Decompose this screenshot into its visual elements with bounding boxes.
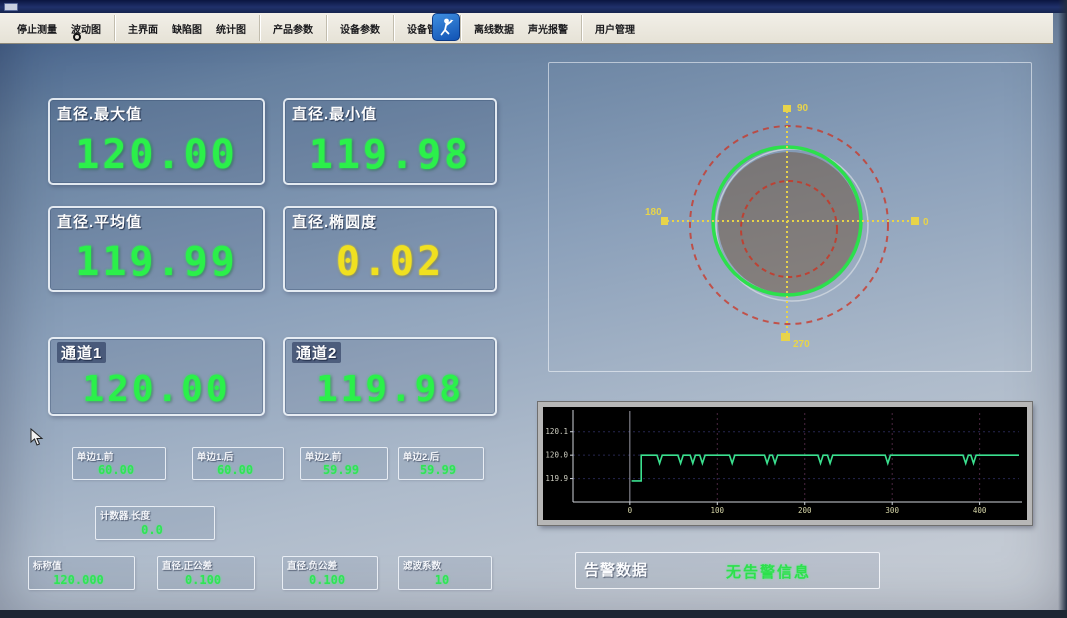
svg-text:300: 300 xyxy=(885,506,899,515)
plus-tolerance-box: 直径.正公差 0.100 xyxy=(157,556,255,590)
window-app-icon xyxy=(4,3,18,11)
svg-text:120.1: 120.1 xyxy=(545,427,568,436)
screen-edge-right xyxy=(1058,0,1067,618)
channel1-box: 通道1 120.00 xyxy=(48,337,265,416)
measurement-app-window: 停止测量 波动图 主界面 缺陷图 统计图 产品参数 设备参数 设备管理 离线数据… xyxy=(0,0,1067,618)
fluctuation-chart-button[interactable]: 波动图 xyxy=(64,18,108,39)
edge1-rear-label: 单边1.后 xyxy=(197,449,233,463)
diameter-avg-label: 直径.平均值 xyxy=(57,211,142,232)
cross-section-panel: 90 0 270 180 xyxy=(548,62,1032,372)
diameter-min-value: 119.98 xyxy=(285,126,495,183)
counter-box: 计数器.长度 0.0 xyxy=(95,506,215,540)
product-params-button[interactable]: 产品参数 xyxy=(266,18,320,39)
angle-0-label: 0 xyxy=(923,217,929,228)
filter-coeff-label: 滤波系数 xyxy=(403,558,441,572)
edge2-rear-box: 单边2.后 59.99 xyxy=(398,447,484,480)
marker-right-tick xyxy=(911,217,919,225)
filter-coeff-value: 10 xyxy=(399,573,485,587)
screen-edge-bottom xyxy=(0,610,1067,618)
channel1-value: 120.00 xyxy=(50,365,263,414)
toolbar: 停止测量 波动图 主界面 缺陷图 统计图 产品参数 设备参数 设备管理 离线数据… xyxy=(0,13,1053,44)
angle-180-label: 180 xyxy=(645,207,662,218)
trend-chart-frame: 120.1 120.0 119.9 0 100 200 300 400 xyxy=(538,402,1032,525)
edge2-rear-label: 单边2.后 xyxy=(403,449,439,463)
marker-left-tick xyxy=(661,217,668,225)
skater-person-icon[interactable] xyxy=(432,13,460,41)
edge1-front-box: 单边1.前 60.00 xyxy=(72,447,166,480)
minus-tolerance-box: 直径.负公差 0.100 xyxy=(282,556,378,590)
counter-value: 0.0 xyxy=(96,523,208,537)
svg-text:119.9: 119.9 xyxy=(545,474,568,483)
title-bar xyxy=(0,0,1067,13)
diameter-avg-value: 119.99 xyxy=(50,234,263,290)
mouse-cursor xyxy=(30,428,44,446)
nominal-value: 120.000 xyxy=(29,573,128,587)
diameter-avg-box: 直径.平均值 119.99 xyxy=(48,206,265,292)
angle-270-label: 270 xyxy=(793,339,810,350)
minus-tolerance-label: 直径.负公差 xyxy=(287,558,337,572)
toolbar-group-views: 主界面 缺陷图 统计图 xyxy=(115,15,260,41)
toolbar-group-product: 产品参数 xyxy=(260,15,327,41)
edge2-front-box: 单边2.前 59.99 xyxy=(300,447,388,480)
diameter-max-value: 120.00 xyxy=(50,126,263,183)
ovality-value: 0.02 xyxy=(285,234,495,290)
channel2-value: 119.98 xyxy=(285,365,495,414)
diameter-trend-chart: 120.1 120.0 119.9 0 100 200 300 400 xyxy=(543,407,1025,518)
diameter-max-label: 直径.最大值 xyxy=(57,103,142,124)
ovality-label: 直径.椭圆度 xyxy=(292,211,377,232)
plus-tolerance-label: 直径.正公差 xyxy=(162,558,212,572)
channel2-box: 通道2 119.98 xyxy=(283,337,497,416)
alarm-data-box: 告警数据 无告警信息 xyxy=(575,552,880,589)
toolbar-group-measure: 停止测量 波动图 xyxy=(4,15,115,41)
device-params-button[interactable]: 设备参数 xyxy=(333,18,387,39)
counter-label: 计数器.长度 xyxy=(100,508,150,522)
minus-tolerance-value: 0.100 xyxy=(283,573,371,587)
offline-data-button[interactable]: 离线数据 xyxy=(467,18,521,39)
edge2-front-value: 59.99 xyxy=(301,463,381,477)
cross-section-plot: 90 0 270 180 xyxy=(549,63,1031,371)
marker-bottom-tick xyxy=(781,333,790,341)
diameter-max-box: 直径.最大值 120.00 xyxy=(48,98,265,185)
person-figure-icon xyxy=(435,16,457,38)
defect-chart-button[interactable]: 缺陷图 xyxy=(165,18,209,39)
alarm-data-label: 告警数据 xyxy=(584,559,648,580)
edge1-rear-value: 60.00 xyxy=(193,463,277,477)
plus-tolerance-value: 0.100 xyxy=(158,573,248,587)
edge2-front-label: 单边2.前 xyxy=(305,449,341,463)
ovality-box: 直径.椭圆度 0.02 xyxy=(283,206,497,292)
toolbar-group-data: 离线数据 声光报警 xyxy=(461,15,582,41)
edge2-rear-value: 59.99 xyxy=(399,463,477,477)
angle-90-label: 90 xyxy=(797,103,809,114)
toolbar-group-device-params: 设备参数 xyxy=(327,15,394,41)
alarm-data-value: 无告警信息 xyxy=(726,561,811,582)
nominal-label: 标称值 xyxy=(33,558,62,572)
user-manage-button[interactable]: 用户管理 xyxy=(588,18,642,39)
edge1-rear-box: 单边1.后 60.00 xyxy=(192,447,284,480)
marker-top-tick xyxy=(783,105,791,112)
stop-measure-button[interactable]: 停止测量 xyxy=(10,18,64,39)
svg-text:120.0: 120.0 xyxy=(545,451,568,460)
svg-text:200: 200 xyxy=(798,506,812,515)
nominal-box: 标称值 120.000 xyxy=(28,556,135,590)
edge1-front-label: 单边1.前 xyxy=(77,449,113,463)
edge1-front-value: 60.00 xyxy=(73,463,159,477)
svg-text:400: 400 xyxy=(973,506,987,515)
channel2-label: 通道2 xyxy=(292,342,341,363)
main-screen-button[interactable]: 主界面 xyxy=(121,18,165,39)
toolbar-group-user: 用户管理 xyxy=(582,15,648,41)
alarm-settings-button[interactable]: 声光报警 xyxy=(521,18,575,39)
svg-text:0: 0 xyxy=(628,506,633,515)
svg-text:100: 100 xyxy=(711,506,725,515)
diameter-min-label: 直径.最小值 xyxy=(292,103,377,124)
channel1-label: 通道1 xyxy=(57,342,106,363)
active-view-indicator xyxy=(73,33,81,41)
filter-coeff-box: 滤波系数 10 xyxy=(398,556,492,590)
statistics-chart-button[interactable]: 统计图 xyxy=(209,18,253,39)
diameter-min-box: 直径.最小值 119.98 xyxy=(283,98,497,185)
